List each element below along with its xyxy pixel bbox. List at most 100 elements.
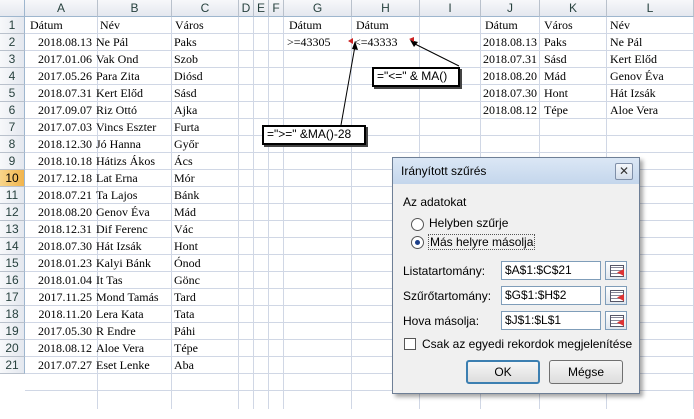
ok-button[interactable]: OK	[466, 360, 540, 384]
column-header-D[interactable]: D	[239, 0, 254, 17]
city-cell[interactable]: Szob	[174, 51, 236, 68]
output-city-cell[interactable]: Tépe	[544, 102, 604, 119]
column-header-H[interactable]: H	[352, 0, 420, 17]
criteria-range-collapse-button[interactable]	[605, 286, 627, 305]
column-header-I[interactable]: I	[420, 0, 481, 17]
unique-records-label[interactable]: Csak az egyedi rekordok megjelenítése	[422, 337, 632, 351]
city-cell[interactable]: Vác	[174, 221, 236, 238]
date-cell[interactable]: 2018.10.18	[27, 153, 92, 170]
name-cell[interactable]: Hátizs Ákos	[96, 153, 172, 170]
city-cell[interactable]: Gönc	[174, 272, 236, 289]
city-cell[interactable]: Tata	[174, 306, 236, 323]
column-header-J[interactable]: J	[481, 0, 540, 17]
name-cell[interactable]: Riz Ottó	[96, 102, 172, 119]
row-header-14[interactable]: 14	[0, 238, 25, 255]
city-cell[interactable]: Mór	[174, 170, 236, 187]
city-cell[interactable]: Aba	[174, 357, 236, 374]
output-date-cell[interactable]: 2018.08.12	[480, 102, 537, 119]
city-cell[interactable]: Hont	[174, 238, 236, 255]
criteria-range-input[interactable]: $G$1:$H$2	[501, 286, 601, 305]
cancel-button[interactable]: Mégse	[549, 360, 623, 384]
copy-to-collapse-button[interactable]	[605, 311, 627, 330]
city-cell[interactable]: Paks	[174, 34, 236, 51]
date-cell[interactable]: 2018.07.31	[27, 85, 92, 102]
row-header-3[interactable]: 3	[0, 51, 25, 68]
column-header-E[interactable]: E	[254, 0, 269, 17]
date-cell[interactable]: 2017.05.26	[27, 68, 92, 85]
name-cell[interactable]: Genov Éva	[96, 204, 172, 221]
output-name-cell[interactable]: Genov Éva	[610, 68, 692, 85]
output-name-cell[interactable]: Ne Pál	[610, 34, 692, 51]
name-cell[interactable]: It Tas	[96, 272, 172, 289]
criteria-header-datum-2[interactable]: Dátum	[356, 17, 416, 34]
date-cell[interactable]: 2017.05.30	[27, 323, 92, 340]
output-date-cell[interactable]: 2018.08.20	[480, 68, 537, 85]
name-cell[interactable]: Aloe Vera	[96, 340, 172, 357]
list-range-collapse-button[interactable]	[605, 261, 627, 280]
name-cell[interactable]: Ta Lajos	[96, 187, 172, 204]
unique-records-checkbox[interactable]	[404, 338, 416, 350]
name-cell[interactable]: Jó Hanna	[96, 136, 172, 153]
date-cell[interactable]: 2017.11.25	[27, 289, 92, 306]
output-name-cell[interactable]: Aloe Vera	[610, 102, 692, 119]
name-cell[interactable]: Lat Erna	[96, 170, 172, 187]
output-city-cell[interactable]: Hont	[544, 85, 604, 102]
column-header-G[interactable]: G	[284, 0, 352, 17]
date-cell[interactable]: 2018.07.30	[27, 238, 92, 255]
output-name-cell[interactable]: Hát Izsák	[610, 85, 692, 102]
criteria-value-ge[interactable]: >=43305	[287, 34, 349, 51]
criteria-value-le[interactable]: <=43333	[354, 34, 416, 51]
close-icon[interactable]: ✕	[615, 163, 633, 180]
name-cell[interactable]: Mond Tamás	[96, 289, 172, 306]
radio-copy-to-location[interactable]	[411, 236, 424, 249]
row-header-21[interactable]: 21	[0, 357, 25, 374]
date-cell[interactable]: 2018.08.13	[27, 34, 92, 51]
name-cell[interactable]: R Endre	[96, 323, 172, 340]
date-cell[interactable]: 2018.07.21	[27, 187, 92, 204]
column-header-F[interactable]: F	[269, 0, 284, 17]
date-cell[interactable]: 2018.11.20	[27, 306, 92, 323]
dialog-titlebar[interactable]: Irányított szűrés ✕	[393, 158, 639, 184]
output-header-datum[interactable]: Dátum	[485, 17, 540, 34]
row-header-15[interactable]: 15	[0, 255, 25, 272]
name-cell[interactable]: Vak Ond	[96, 51, 172, 68]
row-header-12[interactable]: 12	[0, 204, 25, 221]
city-cell[interactable]: Ács	[174, 153, 236, 170]
date-cell[interactable]: 2018.08.20	[27, 204, 92, 221]
date-cell[interactable]: 2018.12.30	[27, 136, 92, 153]
city-cell[interactable]: Tépe	[174, 340, 236, 357]
city-cell[interactable]: Mád	[174, 204, 236, 221]
city-cell[interactable]: Győr	[174, 136, 236, 153]
city-cell[interactable]: Ónod	[174, 255, 236, 272]
output-city-cell[interactable]: Paks	[544, 34, 604, 51]
output-city-cell[interactable]: Mád	[544, 68, 604, 85]
output-header-nev[interactable]: Név	[610, 17, 690, 34]
radio-filter-in-place-label[interactable]: Helyben szűrje	[429, 216, 508, 230]
city-cell[interactable]: Sásd	[174, 85, 236, 102]
date-cell[interactable]: 2017.07.27	[27, 357, 92, 374]
name-cell[interactable]: Vincs Eszter	[96, 119, 172, 136]
date-cell[interactable]: 2018.01.23	[27, 255, 92, 272]
column-header-B[interactable]: B	[98, 0, 172, 17]
city-cell[interactable]: Furta	[174, 119, 236, 136]
row-header-5[interactable]: 5	[0, 85, 25, 102]
column-header-C[interactable]: C	[172, 0, 239, 17]
date-cell[interactable]: 2018.01.04	[27, 272, 92, 289]
radio-copy-to-location-label[interactable]: Más helyre másolja	[428, 234, 536, 250]
list-range-input[interactable]: $A$1:$C$21	[501, 261, 601, 280]
row-header-7[interactable]: 7	[0, 119, 25, 136]
header-varos[interactable]: Város	[175, 17, 235, 34]
copy-to-input[interactable]: $J$1:$L$1	[501, 311, 601, 330]
row-header-2[interactable]: 2	[0, 34, 25, 51]
output-name-cell[interactable]: Kert Előd	[610, 51, 692, 68]
row-header-11[interactable]: 11	[0, 187, 25, 204]
output-date-cell[interactable]: 2018.07.30	[480, 85, 537, 102]
column-header-A[interactable]: A	[25, 0, 98, 17]
row-header-4[interactable]: 4	[0, 68, 25, 85]
city-cell[interactable]: Ajka	[174, 102, 236, 119]
date-cell[interactable]: 2018.08.12	[27, 340, 92, 357]
date-cell[interactable]: 2017.12.18	[27, 170, 92, 187]
name-cell[interactable]: Lera Kata	[96, 306, 172, 323]
name-cell[interactable]: Para Zita	[96, 68, 172, 85]
name-cell[interactable]: Kalyi Bánk	[96, 255, 172, 272]
